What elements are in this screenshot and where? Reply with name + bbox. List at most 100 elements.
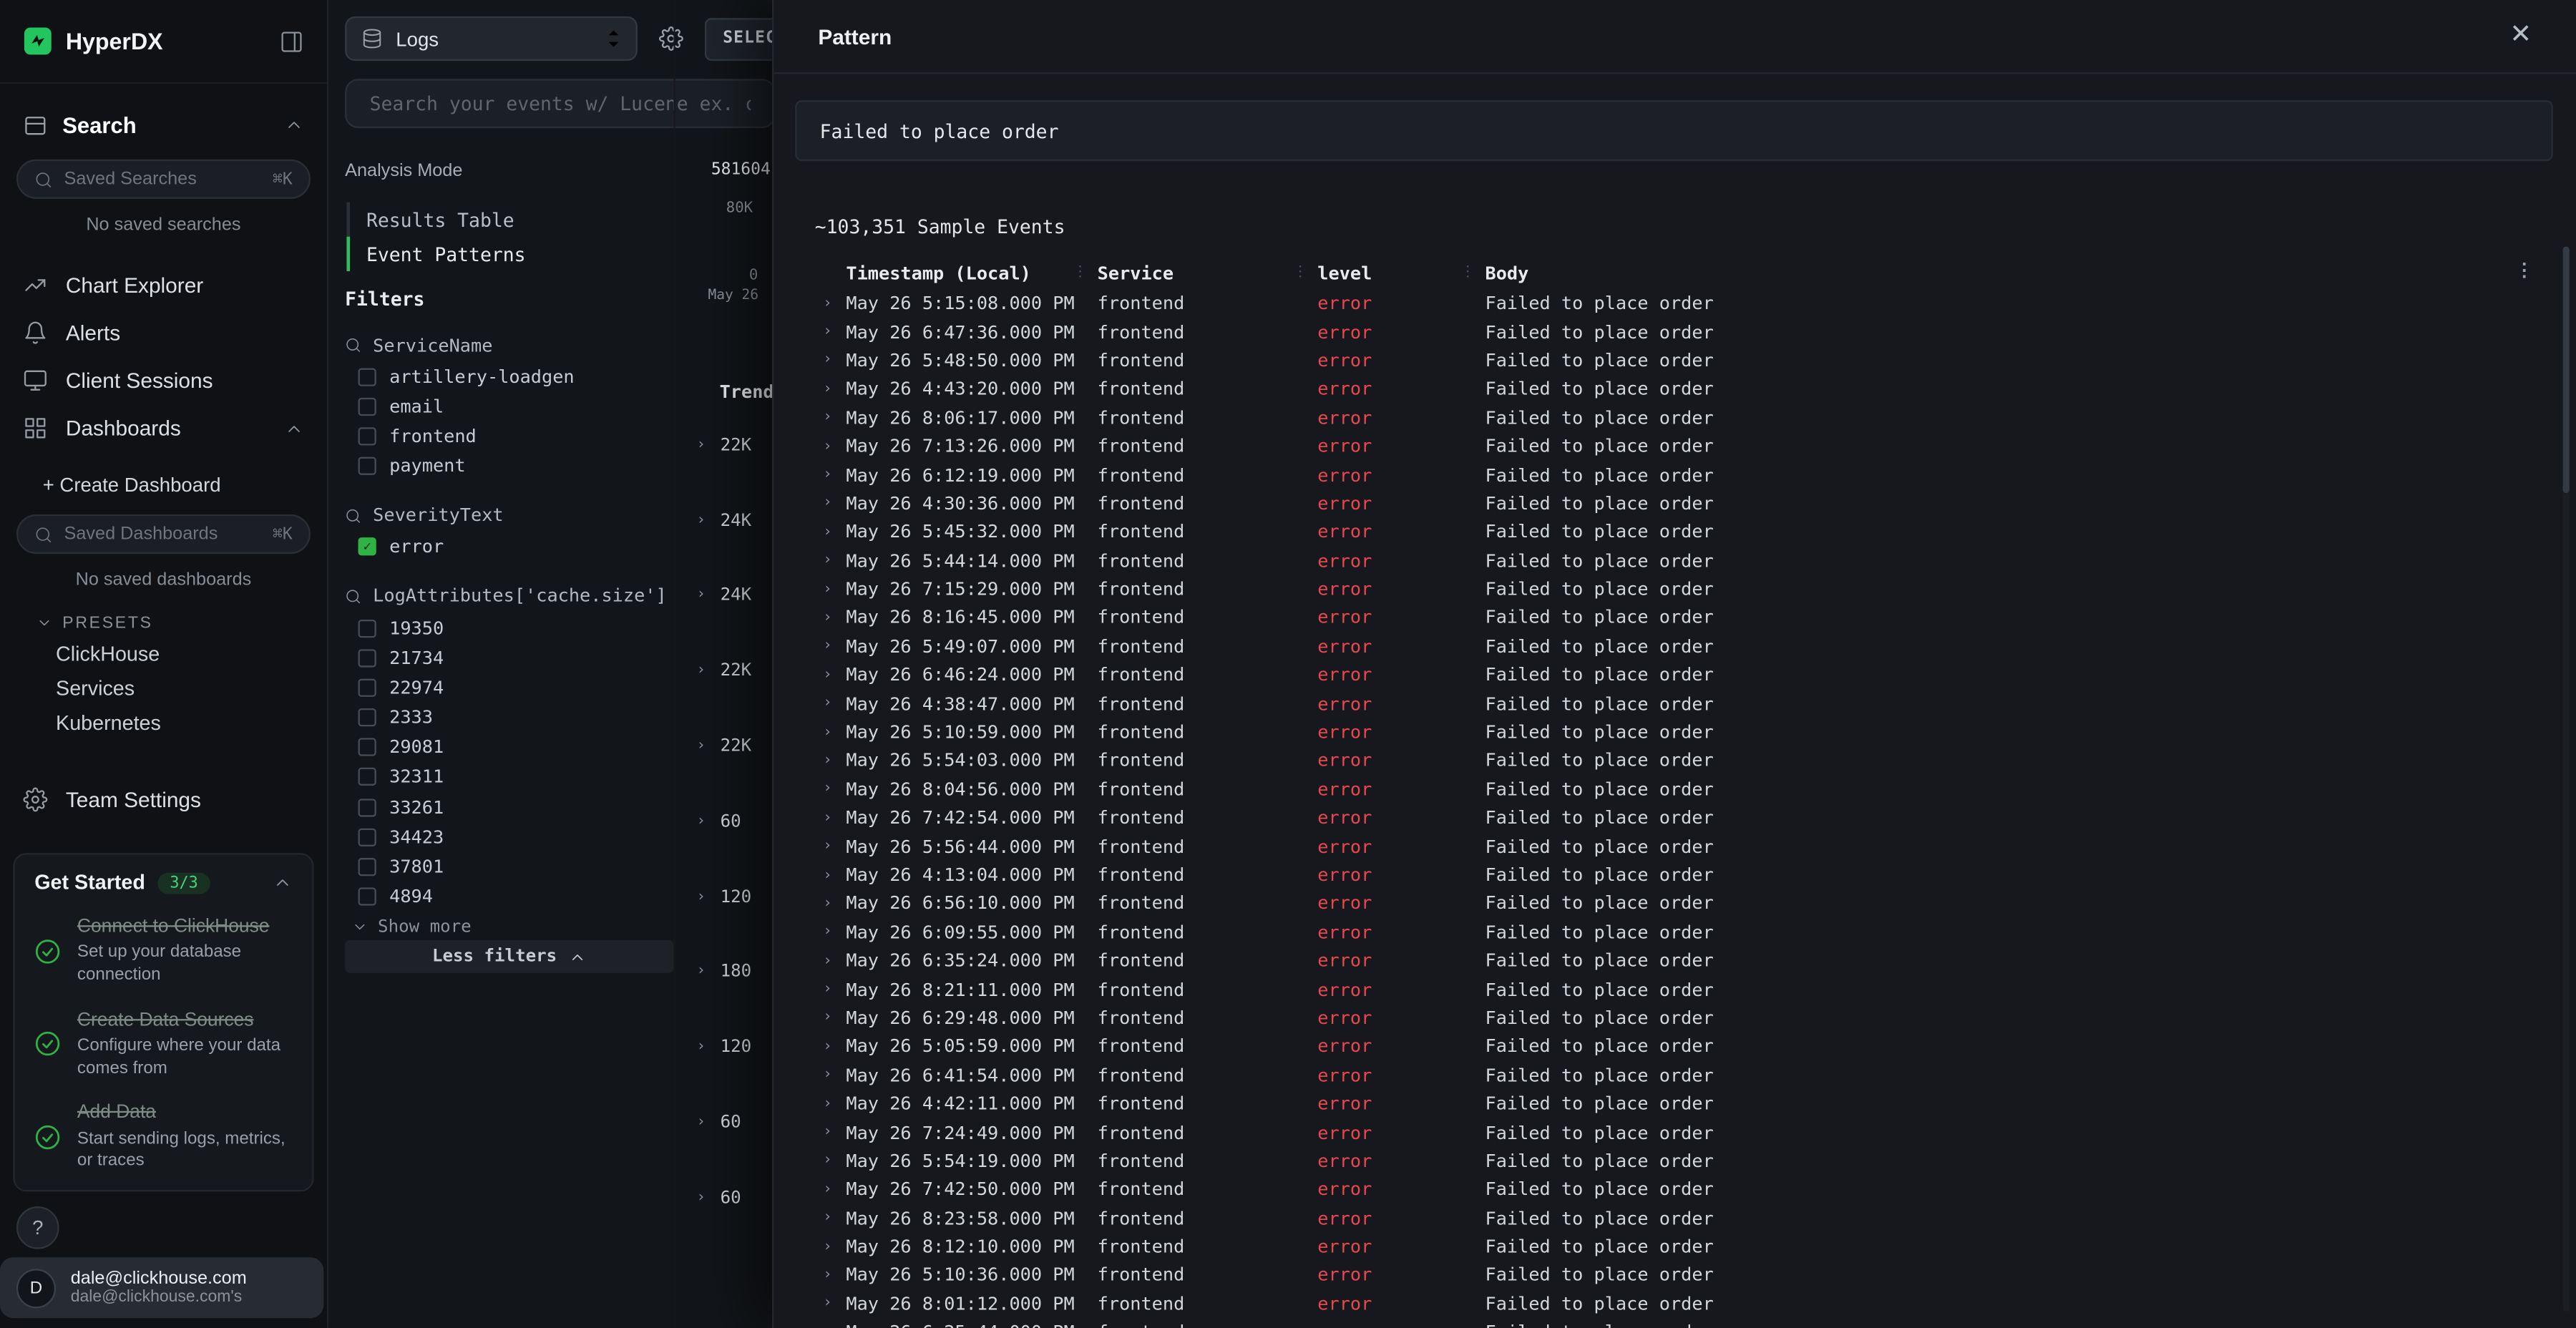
chevron-right-icon[interactable]: › — [806, 1210, 846, 1226]
checkbox[interactable]: ✓ — [358, 649, 376, 667]
checkbox[interactable]: ✓ — [358, 768, 376, 786]
mode-results-table[interactable]: Results Table — [346, 202, 525, 237]
chevron-right-icon[interactable]: › — [806, 867, 846, 884]
chevron-right-icon[interactable]: › — [806, 296, 846, 312]
checkbox[interactable]: ✓ — [358, 738, 376, 756]
column-resize-handle[interactable]: ⋮ — [1460, 265, 1475, 281]
sidebar-collapse-icon[interactable] — [279, 29, 303, 53]
mode-event-patterns[interactable]: Event Patterns — [346, 237, 525, 271]
event-row[interactable]: › May 26 5:49:07.000 PM frontend error F… — [806, 633, 2576, 661]
chevron-right-icon[interactable]: › — [806, 1067, 846, 1083]
chevron-right-icon[interactable]: › — [696, 512, 705, 529]
chevron-up-icon[interactable] — [284, 419, 304, 439]
chevron-right-icon[interactable]: › — [806, 467, 846, 483]
checkbox[interactable]: ✓ — [358, 708, 376, 726]
checkbox[interactable]: ✓ — [358, 368, 376, 386]
checkbox[interactable]: ✓ — [358, 427, 376, 445]
checkbox[interactable]: ✓ — [358, 888, 376, 906]
event-row[interactable]: › May 26 6:29:48.000 PM frontend error F… — [806, 1004, 2576, 1032]
chevron-right-icon[interactable]: › — [806, 1124, 846, 1141]
chevron-right-icon[interactable]: › — [806, 924, 846, 941]
get-started-item[interactable]: Connect to ClickHouse Set up your databa… — [34, 915, 292, 987]
pattern-row-partial[interactable]: › 120 — [675, 1010, 774, 1085]
event-row[interactable]: › May 26 5:54:03.000 PM frontend error F… — [806, 746, 2576, 775]
saved-searches-input[interactable]: Saved Searches ⌘K — [16, 160, 311, 199]
chevron-right-icon[interactable]: › — [806, 581, 846, 597]
chevron-right-icon[interactable]: › — [696, 587, 705, 604]
pattern-row-partial[interactable]: › 120 — [675, 859, 774, 934]
chevron-right-icon[interactable]: › — [806, 667, 846, 683]
chevron-right-icon[interactable]: › — [806, 610, 846, 626]
help-button[interactable]: ? — [16, 1206, 59, 1249]
chevron-right-icon[interactable]: › — [806, 1296, 846, 1312]
chevron-right-icon[interactable]: › — [806, 381, 846, 398]
chevron-right-icon[interactable]: › — [696, 889, 705, 905]
saved-dashboards-input[interactable]: Saved Dashboards ⌘K — [16, 514, 311, 554]
event-row[interactable]: › May 26 4:38:47.000 PM frontend error F… — [806, 690, 2576, 718]
checkbox[interactable]: ✓ — [358, 457, 376, 475]
user-menu[interactable]: D dale@clickhouse.com dale@clickhouse.co… — [0, 1257, 323, 1318]
get-started-item[interactable]: Add Data Start sending logs, metrics, or… — [34, 1102, 292, 1173]
sidebar-item-chart-explorer[interactable]: Chart Explorer — [0, 261, 327, 309]
col-level[interactable]: level⋮ — [1317, 263, 1485, 285]
chevron-right-icon[interactable]: › — [806, 695, 846, 712]
event-row[interactable]: › May 26 5:45:32.000 PM frontend error F… — [806, 518, 2576, 547]
event-row[interactable]: › May 26 6:09:55.000 PM frontend error F… — [806, 918, 2576, 947]
event-row[interactable]: › May 26 5:44:14.000 PM frontend error F… — [806, 547, 2576, 575]
chevron-right-icon[interactable]: › — [806, 981, 846, 997]
pattern-row-partial[interactable]: › 22K — [675, 408, 774, 483]
chevron-right-icon[interactable]: › — [806, 753, 846, 769]
event-row[interactable]: › May 26 8:16:45.000 PM frontend error F… — [806, 604, 2576, 633]
chevron-right-icon[interactable]: › — [806, 839, 846, 855]
chevron-right-icon[interactable]: › — [696, 1115, 705, 1131]
less-filters-button[interactable]: Less filters — [345, 940, 673, 973]
get-started-header[interactable]: Get Started 3/3 — [34, 871, 292, 894]
pattern-row-partial[interactable]: › 22K — [675, 708, 774, 783]
chevron-right-icon[interactable]: › — [806, 896, 846, 912]
chevron-up-icon[interactable] — [273, 873, 293, 893]
column-resize-handle[interactable]: ⋮ — [1073, 265, 1088, 281]
pattern-row-partial[interactable]: › 60 — [675, 784, 774, 859]
event-row[interactable]: › May 26 5:10:59.000 PM frontend error F… — [806, 718, 2576, 746]
chevron-right-icon[interactable]: › — [806, 1239, 846, 1255]
source-select[interactable]: Logs — [345, 16, 638, 61]
sidebar-item-dashboards[interactable]: Dashboards — [0, 404, 327, 452]
chevron-right-icon[interactable]: › — [696, 964, 705, 980]
chevron-right-icon[interactable]: › — [806, 1181, 846, 1198]
event-row[interactable]: › May 26 5:48:50.000 PM frontend error F… — [806, 346, 2576, 375]
create-dashboard-button[interactable]: + Create Dashboard — [0, 469, 327, 502]
event-row[interactable]: › May 26 6:35:24.000 PM frontend error F… — [806, 947, 2576, 975]
event-row[interactable]: › May 26 5:15:08.000 PM frontend error F… — [806, 289, 2576, 318]
event-row[interactable]: › May 26 5:10:36.000 PM frontend error F… — [806, 1261, 2576, 1289]
event-row[interactable]: › May 26 6:47:36.000 PM frontend error F… — [806, 318, 2576, 346]
chevron-right-icon[interactable]: › — [806, 1267, 846, 1284]
event-row[interactable]: › May 26 5:05:59.000 PM frontend error F… — [806, 1032, 2576, 1061]
sidebar-item-client-sessions[interactable]: Client Sessions — [0, 356, 327, 404]
chevron-right-icon[interactable]: › — [806, 353, 846, 369]
event-row[interactable]: › May 26 7:24:49.000 PM frontend error F… — [806, 1118, 2576, 1147]
chevron-right-icon[interactable]: › — [806, 953, 846, 970]
presets-toggle[interactable]: PRESETS — [0, 610, 327, 636]
pattern-row-partial[interactable]: › 60 — [675, 1085, 774, 1160]
chevron-right-icon[interactable]: › — [806, 810, 846, 826]
checkbox[interactable]: ✓ — [358, 858, 376, 876]
checkbox[interactable]: ✓ — [358, 828, 376, 846]
chevron-right-icon[interactable]: › — [806, 1153, 846, 1169]
chevron-right-icon[interactable]: › — [806, 638, 846, 655]
event-row[interactable]: › May 26 8:21:11.000 PM frontend error F… — [806, 975, 2576, 1004]
event-row[interactable]: › May 26 7:42:50.000 PM frontend error F… — [806, 1176, 2576, 1204]
pattern-row-partial[interactable]: › 24K — [675, 483, 774, 558]
event-row[interactable]: › May 26 8:01:12.000 PM frontend error F… — [806, 1289, 2576, 1318]
preset-item[interactable]: Kubernetes — [0, 705, 327, 739]
event-row[interactable]: › May 26 7:42:54.000 PM frontend error F… — [806, 804, 2576, 832]
event-row[interactable]: › May 26 8:06:17.000 PM frontend error F… — [806, 404, 2576, 432]
event-row[interactable]: › May 26 5:54:19.000 PM frontend error F… — [806, 1147, 2576, 1176]
chevron-right-icon[interactable]: › — [806, 495, 846, 512]
event-row[interactable]: › May 26 7:13:26.000 PM frontend error F… — [806, 432, 2576, 461]
checkbox[interactable]: ✓ — [358, 799, 376, 816]
event-row[interactable]: › May 26 4:30:36.000 PM frontend error F… — [806, 489, 2576, 518]
event-row[interactable]: › May 26 6:46:24.000 PM frontend error F… — [806, 661, 2576, 690]
chevron-up-icon[interactable] — [284, 115, 304, 135]
pattern-row-partial[interactable]: › 180 — [675, 934, 774, 1010]
scrollbar[interactable] — [2563, 247, 2570, 1312]
